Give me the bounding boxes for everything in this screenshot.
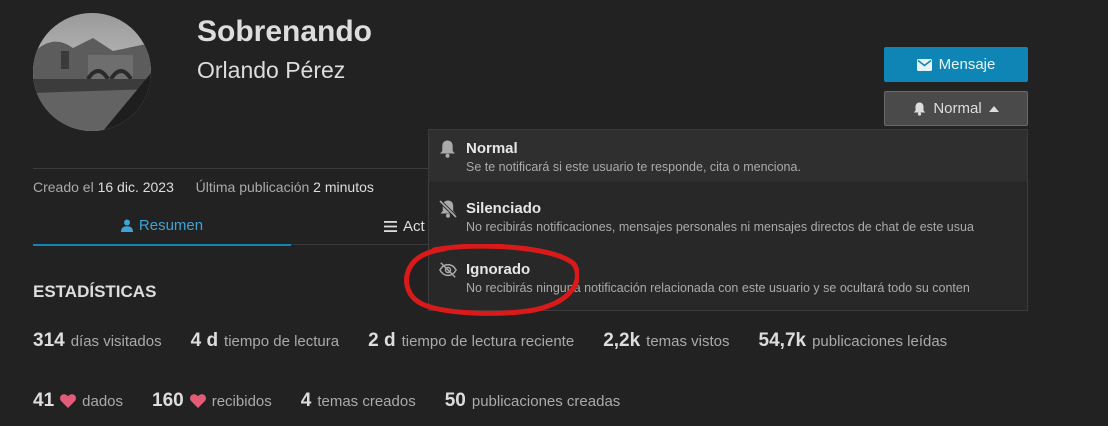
stat-likes-given: 41 dados (33, 390, 123, 412)
tab-summary[interactable]: Resumen (33, 207, 291, 246)
profile-meta: Creado el 16 dic. 2023 Última publicació… (33, 179, 374, 195)
bell-icon (439, 140, 457, 158)
stat-label: días visitados (70, 332, 162, 350)
notification-level-button[interactable]: Normal (884, 91, 1028, 126)
menu-option-description: No recibirás ninguna notificación relaci… (466, 281, 970, 295)
menu-option-title: Ignorado (466, 261, 531, 278)
stat-posts-read: 54,7k publicaciones leídas (759, 330, 948, 352)
menu-option-description: No recibirás notificaciones, mensajes pe… (466, 220, 974, 234)
stat-value: 4 d (190, 330, 219, 351)
menu-option-normal[interactable]: Normal Se te notificará si este usuario … (429, 130, 1027, 182)
stat-label: temas vistos (646, 332, 730, 350)
avatar-image (33, 13, 151, 131)
username: Sobrenando (197, 15, 373, 48)
stat-label: tiempo de lectura reciente (401, 332, 575, 350)
bell-icon (913, 102, 926, 116)
stat-days-visited: 314 días visitados (33, 330, 162, 352)
message-button[interactable]: Mensaje (884, 47, 1028, 82)
tab-activity[interactable]: Act (384, 207, 425, 246)
user-icon (120, 219, 133, 232)
eye-slash-icon (439, 261, 457, 279)
stat-value: 4 (300, 390, 312, 411)
menu-option-title: Normal (466, 140, 518, 157)
stat-label: dados (82, 392, 124, 410)
menu-option-description: Se te notificará si este usuario te resp… (466, 160, 801, 174)
tab-summary-label: Resumen (138, 217, 204, 234)
avatar[interactable] (33, 13, 151, 131)
stat-label: temas creados (317, 392, 416, 410)
stat-value: 41 (33, 390, 55, 411)
notification-level-label: Normal (933, 100, 982, 117)
stats-title: ESTADÍSTICAS (33, 282, 157, 301)
stat-likes-received: 160 recibidos (152, 390, 272, 412)
stat-label: publicaciones leídas (812, 332, 948, 350)
stat-read-time: 4 d tiempo de lectura (191, 330, 340, 352)
list-icon (384, 221, 397, 232)
stat-label: publicaciones creadas (471, 392, 621, 410)
stat-value: 2 d (368, 330, 396, 351)
stat-label: recibidos (211, 392, 272, 410)
menu-option-title: Silenciado (466, 200, 542, 217)
heart-icon (60, 394, 77, 408)
full-name: Orlando Pérez (197, 57, 346, 83)
menu-option-ignored[interactable]: Ignorado No recibirás ninguna notificaci… (429, 251, 1027, 303)
last-post-label: Última publicación (195, 179, 310, 195)
stats-row: 41 dados 160 recibidos 4 temas creados 5… (33, 390, 649, 412)
stat-label: tiempo de lectura (224, 332, 340, 350)
stats-row: 314 días visitados 4 d tiempo de lectura… (33, 330, 976, 352)
stat-topics-created: 4 temas creados (301, 390, 416, 412)
stat-recent-read-time: 2 d tiempo de lectura reciente (368, 330, 574, 352)
stat-value: 160 (152, 390, 184, 411)
stat-value: 314 (33, 330, 65, 351)
heart-icon (189, 394, 206, 408)
stat-value: 2,2k (603, 330, 641, 351)
menu-option-muted[interactable]: Silenciado No recibirás notificaciones, … (429, 190, 1027, 242)
tab-activity-label: Act (403, 218, 425, 235)
created-date: 16 dic. 2023 (97, 179, 174, 195)
envelope-icon (916, 58, 932, 71)
last-post-value: 2 minutos (313, 179, 374, 195)
stat-topics-viewed: 2,2k temas vistos (603, 330, 729, 352)
notification-level-menu: Normal Se te notificará si este usuario … (428, 129, 1028, 311)
stat-posts-created: 50 publicaciones creadas (445, 390, 621, 412)
message-button-label: Mensaje (938, 56, 996, 73)
created-label: Creado el (33, 179, 94, 195)
bell-slash-icon (439, 200, 457, 218)
stat-value: 50 (444, 390, 466, 411)
stat-value: 54,7k (758, 330, 807, 351)
caret-up-icon (988, 105, 999, 112)
